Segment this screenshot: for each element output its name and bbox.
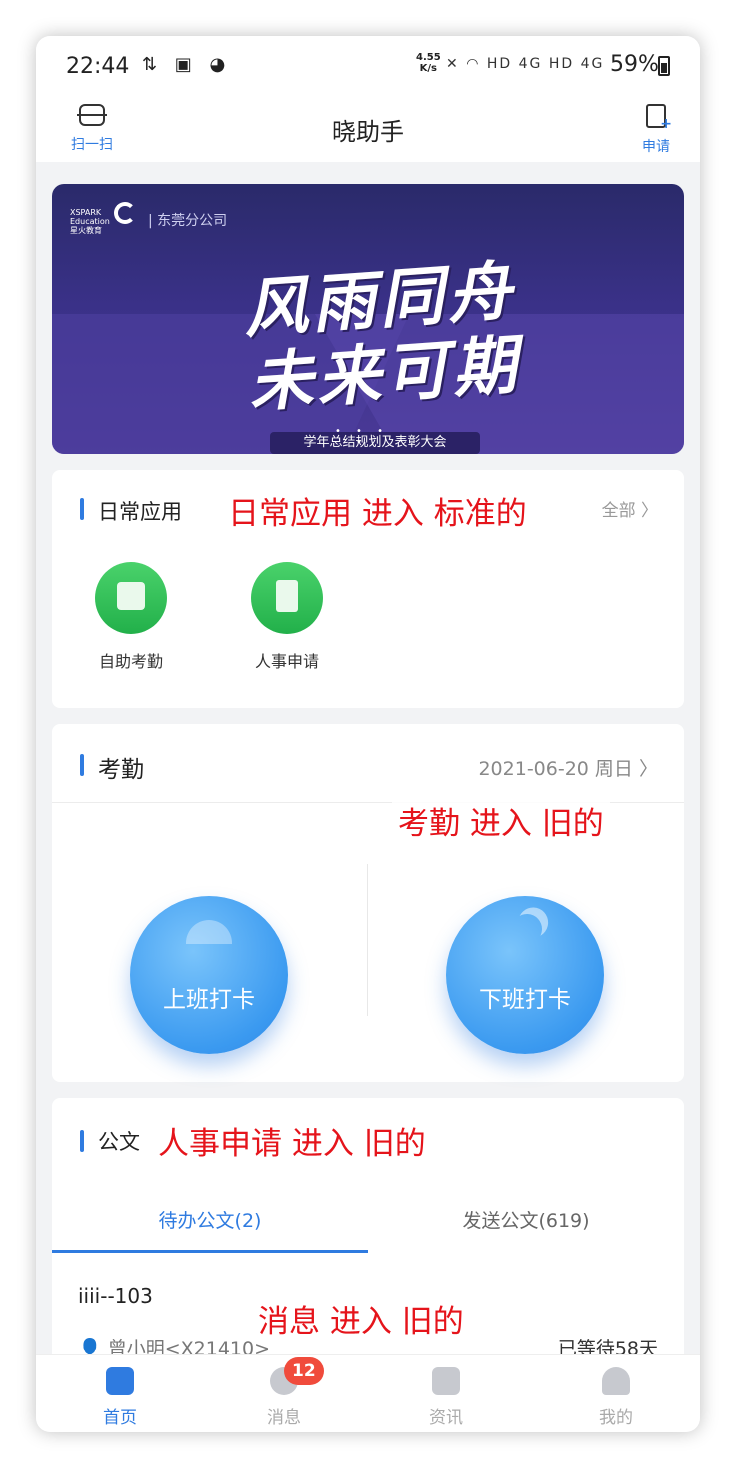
attendance-date[interactable]: 2021-06-20 周日 〉 [478,754,658,781]
news-icon [432,1367,460,1395]
sunrise-icon [186,920,232,944]
brand-logo: XSPARK Education 星火教育 [70,208,110,235]
app-header: 扫一扫 晓助手 申请 [36,98,700,162]
status-bar: 22:44 ⇅ ▣ ◕ 4.55 K/s ✕ ◠ HD 4G HD 4G 59% [36,36,700,98]
document-add-icon [646,104,672,132]
home-icon [106,1367,134,1395]
clock-out-button[interactable]: 下班打卡 [446,896,604,1054]
tab-news[interactable]: 资讯 [386,1367,506,1428]
app-hr-request[interactable]: 人事申请 [237,562,337,672]
message-badge: 12 [284,1357,324,1385]
signal-icons: ✕ ◠ HD 4G HD 4G [446,56,604,72]
documents-title: 公文 [98,1130,140,1154]
app-self-attendance[interactable]: 自助考勤 [81,562,181,672]
daily-apps-title: 日常应用 [98,500,182,524]
clock-in-button[interactable]: 上班打卡 [130,896,288,1054]
tab-home[interactable]: 首页 [60,1367,180,1428]
notification-icons: ⇅ ▣ ◕ [142,54,232,75]
section-marker [80,498,84,520]
view-all-link[interactable]: 全部 〉 [602,496,658,521]
section-marker [80,754,84,776]
bottom-tab-bar: 首页 12 消息 资讯 我的 [36,1354,700,1432]
app-label: 人事申请 [254,652,319,671]
attendance-title: 考勤 [98,757,144,783]
daily-apps-card: 日常应用 全部 〉 自助考勤 人事申请 日常应用 进入 标准的 [52,470,684,708]
attendance-card: 考勤 2021-06-20 周日 〉 上班打卡 下班打卡 考勤 进入 旧的 [52,724,684,1082]
tab-pending-docs[interactable]: 待办公文(2) [52,1206,368,1233]
active-tab-indicator [52,1250,368,1253]
doc-item-title[interactable]: iiii--103 [78,1284,153,1308]
chevron-right-icon: 〉 [641,501,658,521]
annotation-daily: 日常应用 进入 标准的 [222,486,533,535]
banner-slogan: 风雨同舟 未来可期 [241,253,523,422]
battery-percent: 59% [610,52,659,77]
carousel-dots: • • • • [334,426,390,448]
wifi-icon: ◠ [466,56,481,72]
documents-card: 公文 人事申请 进入 旧的 待办公文(2) 发送公文(619) iiii--10… [52,1098,684,1398]
promo-banner[interactable]: XSPARK Education 星火教育 | 东莞分公司 风雨同舟 未来可期 学年… [52,184,684,454]
apply-button[interactable]: 申请 [626,104,686,156]
apply-label: 申请 [642,139,670,155]
app-label: 自助考勤 [98,652,163,671]
mute-icon: ✕ [446,56,460,72]
banner-branch: | 东莞分公司 [148,213,228,229]
moon-icon [508,910,546,948]
network-label: HD 4G HD 4G [486,56,605,72]
brand-logo-mark [114,202,136,224]
annotation-attendance: 考勤 进入 旧的 [392,796,610,845]
calendar-check-icon [95,562,167,634]
page-title: 晓助手 [332,118,404,146]
phone-screen: 22:44 ⇅ ▣ ◕ 4.55 K/s ✕ ◠ HD 4G HD 4G 59%… [36,36,700,1432]
tab-sent-docs[interactable]: 发送公文(619) [368,1206,684,1233]
annotation-messages: 消息 进入 旧的 [252,1294,470,1343]
network-speed: 4.55 K/s [416,52,441,74]
tab-profile[interactable]: 我的 [556,1367,676,1428]
chevron-right-icon: 〉 [638,758,658,780]
tab-messages[interactable]: 12 消息 [224,1357,344,1428]
document-plus-icon [251,562,323,634]
annotation-documents: 人事申请 进入 旧的 [152,1116,432,1165]
status-time: 22:44 [66,54,130,79]
battery-icon [658,56,670,76]
profile-icon [602,1367,630,1395]
section-marker [80,1130,84,1152]
